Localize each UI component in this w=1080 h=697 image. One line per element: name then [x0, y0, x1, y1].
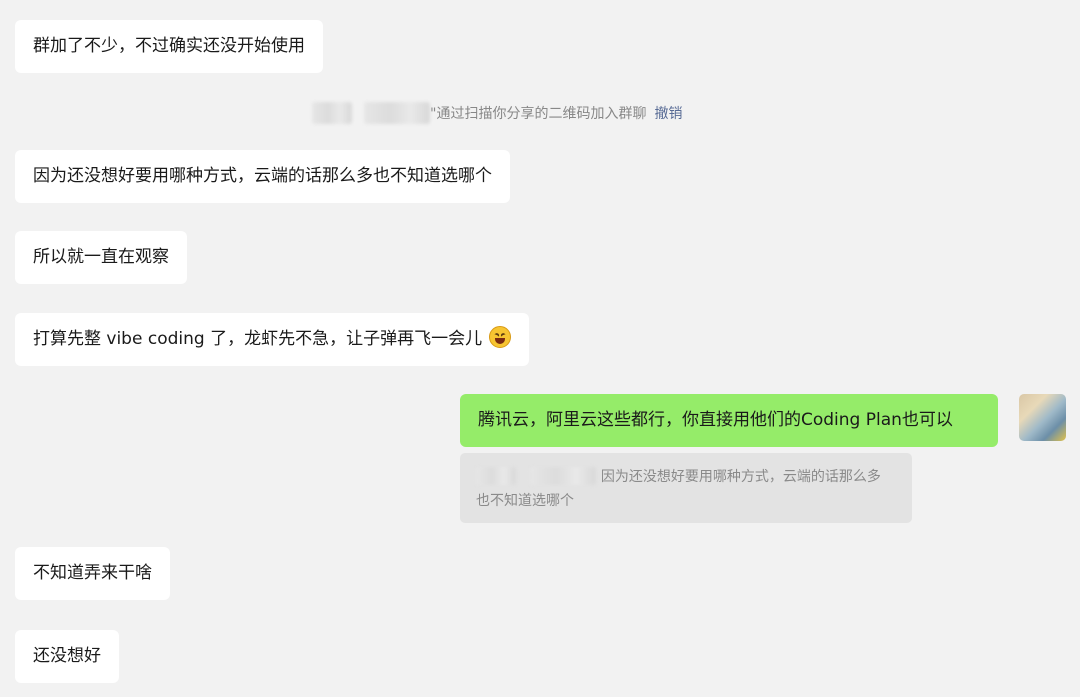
quoted-reply[interactable]: 因为还没想好要用哪种方式，云端的话那么多 也不知道选哪个 [460, 453, 912, 523]
blurred-username [364, 102, 430, 124]
quote-line: 因为还没想好要用哪种方式，云端的话那么多 [476, 465, 896, 489]
message-text: 不知道弄来干啥 [33, 563, 152, 583]
user-avatar[interactable] [1019, 394, 1066, 441]
message-bubble[interactable]: 因为还没想好要用哪种方式，云端的话那么多也不知道选哪个 [15, 150, 510, 203]
message-text: 打算先整 vibe coding 了，龙虾先不急，让子弹再飞一会儿 [33, 329, 483, 349]
message-bubble[interactable]: 打算先整 vibe coding 了，龙虾先不急，让子弹再飞一会儿 [15, 313, 530, 366]
quote-text: 也不知道选哪个 [476, 493, 574, 509]
quote-line: 也不知道选哪个 [476, 489, 896, 513]
quote-text: 因为还没想好要用哪种方式，云端的话那么多 [600, 469, 881, 485]
grinning-squinting-face-icon [489, 326, 512, 348]
message-text: 还没想好 [33, 646, 101, 666]
blurred-username [476, 467, 516, 485]
message-bubble[interactable]: 不知道弄来干啥 [15, 547, 170, 600]
blurred-username [312, 102, 352, 124]
message-text: 因为还没想好要用哪种方式，云端的话那么多也不知道选哪个 [33, 166, 492, 186]
message-bubble[interactable]: 群加了不少，不过确实还没开始使用 [15, 20, 323, 73]
blurred-username [530, 467, 597, 485]
message-text: 群加了不少，不过确实还没开始使用 [33, 36, 305, 56]
message-text: 所以就一直在观察 [33, 247, 169, 267]
system-notice: "通过扫描你分享的二维码加入群聊 撤销 [312, 100, 682, 126]
outgoing-message-bubble[interactable]: 腾讯云，阿里云这些都行，你直接用他们的Coding Plan也可以 [460, 394, 998, 447]
revoke-link[interactable]: 撤销 [654, 103, 682, 123]
message-bubble[interactable]: 所以就一直在观察 [15, 231, 187, 284]
system-notice-text: "通过扫描你分享的二维码加入群聊 [430, 106, 647, 122]
message-text: 腾讯云，阿里云这些都行，你直接用他们的Coding Plan也可以 [478, 410, 953, 430]
message-bubble[interactable]: 还没想好 [15, 630, 119, 683]
